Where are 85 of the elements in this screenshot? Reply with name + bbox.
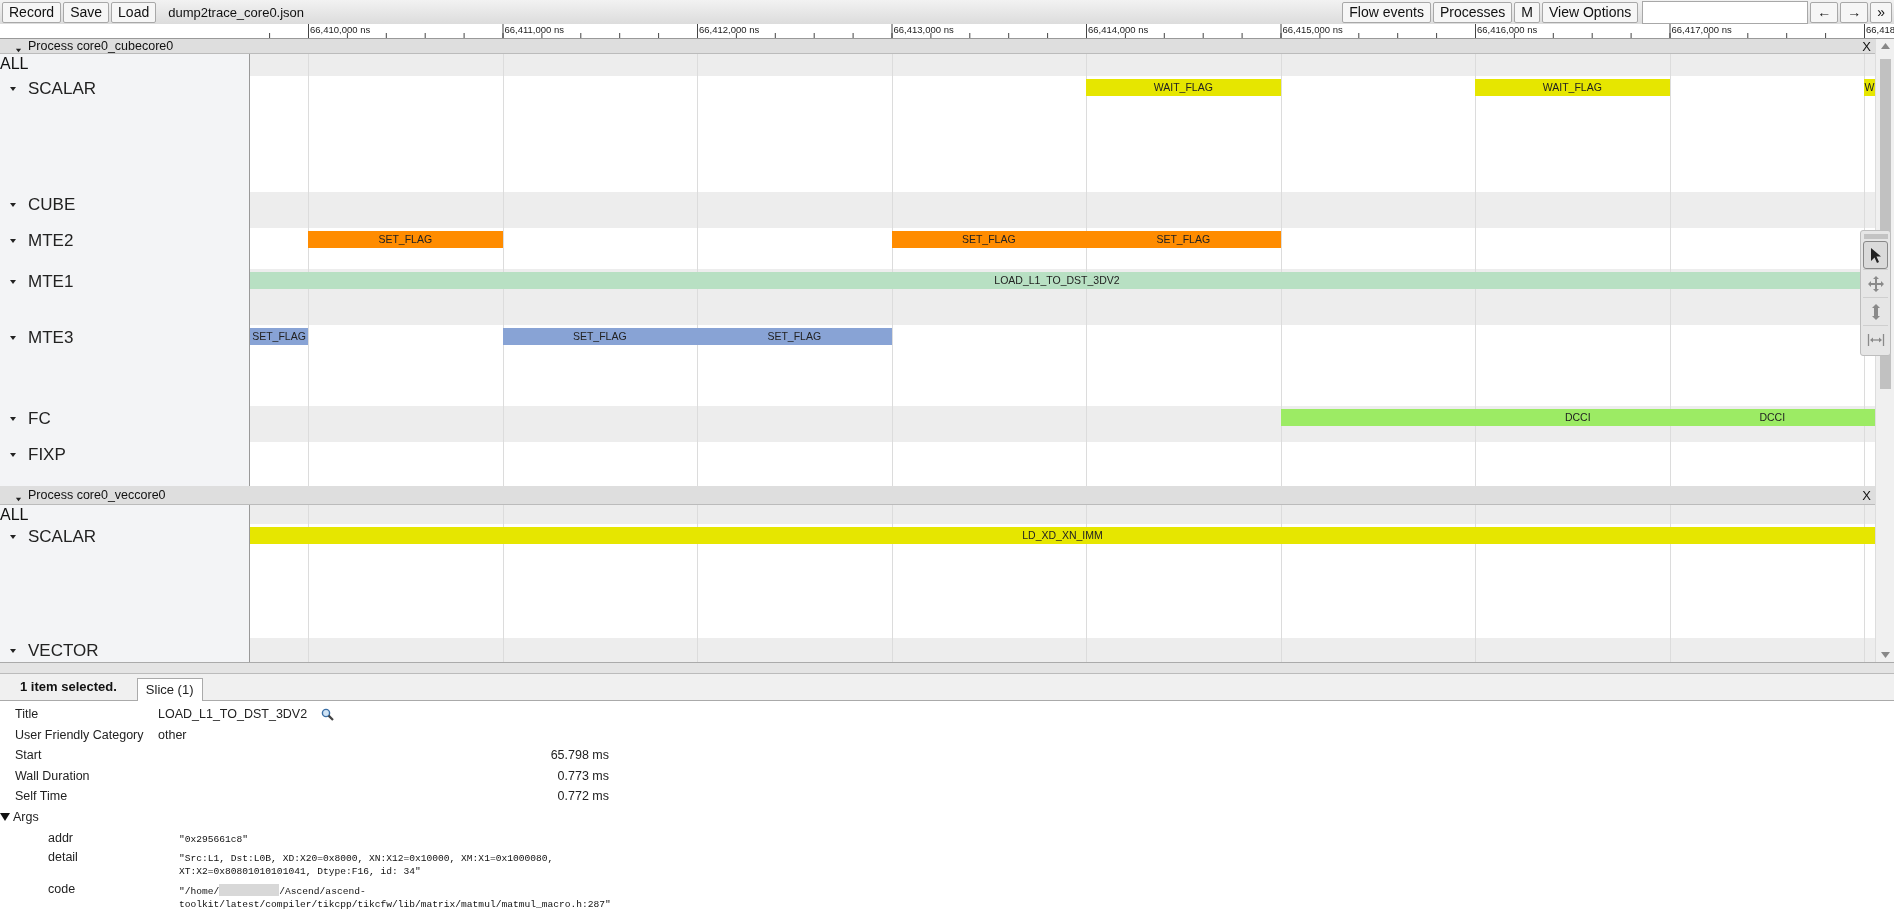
tick-label: 66,412,000 ns — [699, 24, 760, 36]
selection-summary: 1 item selected. — [20, 679, 117, 696]
track-name: VECTOR — [28, 641, 99, 661]
arg-key: code — [48, 881, 179, 911]
expand-triangle-icon[interactable] — [9, 334, 17, 342]
arg-value: "0x295661c8" — [179, 832, 250, 846]
toolbar-button[interactable]: Processes — [1432, 1, 1513, 23]
trace-slice[interactable]: W — [1864, 79, 1875, 96]
trace-slice[interactable]: SET_FLAG — [891, 231, 1086, 248]
expand-triangle-icon[interactable] — [15, 47, 22, 54]
tick-label: 66,418 — [1866, 24, 1894, 36]
track-name: ALL — [0, 54, 29, 73]
field-label: Args — [13, 809, 39, 824]
tick-label: 66,414,000 ns — [1088, 24, 1149, 36]
nav-button[interactable]: ← — [1810, 1, 1839, 23]
process-header[interactable]: Process core0_cubecore0 X — [0, 39, 1875, 54]
scroll-down-icon[interactable] — [1880, 652, 1890, 658]
toolbar-button[interactable]: M — [1514, 1, 1540, 23]
process-header[interactable]: Process core0_veccore0 X — [0, 486, 1875, 505]
trace-slice[interactable]: WAIT_FLAG — [1086, 79, 1281, 96]
field-label: Start — [15, 748, 43, 763]
expand-triangle-icon[interactable] — [9, 647, 17, 655]
process-title: Process core0_veccore0 — [28, 488, 166, 502]
expand-triangle-icon[interactable] — [9, 201, 17, 209]
toolbar-button[interactable]: Record — [2, 1, 62, 23]
tick-label: 66,416,000 ns — [1477, 24, 1538, 36]
search-field[interactable] — [1642, 0, 1809, 24]
close-button[interactable]: X — [1862, 39, 1871, 54]
expand-triangle-icon[interactable] — [9, 533, 17, 541]
trace-slice[interactable]: WAIT_FLAG — [1475, 79, 1670, 96]
arg-key: addr — [48, 830, 179, 846]
track-name: FIXP — [28, 445, 66, 465]
nav-button[interactable]: » — [1870, 1, 1892, 23]
arg-value: "Src:L1, Dst:L0B, XD:X20=0x8000, XN:X12=0x10000, XM:X1=0x1000080, XT:X2=0x80801010101041, Dtype:F16, id: 34" — [179, 851, 555, 878]
track-name: SCALAR — [28, 79, 97, 99]
expand-triangle-icon[interactable] — [0, 811, 10, 822]
toolbar-button[interactable]: Flow events — [1342, 1, 1431, 23]
arg-value: "/home/ /Ascend/ascend-toolkit/latest/compiler/tikcpp/tikcfw/lib/matrix/matmul/matmul_macro.h:287" — [179, 882, 612, 911]
expand-triangle-icon[interactable] — [15, 496, 22, 503]
expand-triangle-icon[interactable] — [9, 85, 17, 93]
track-name: FC — [28, 409, 51, 429]
tick-label: 66,411,000 ns — [504, 24, 564, 36]
toolbar-button[interactable]: Save — [63, 1, 110, 23]
move-icon — [1866, 274, 1885, 293]
field-value: 0.773 ms — [557, 768, 609, 783]
panel-tab[interactable]: Slice (1) — [136, 678, 203, 701]
file-name: dump2trace_core0.json — [168, 4, 305, 20]
field-value: 0.772 ms — [557, 789, 609, 804]
trace-slice[interactable]: SET_FLAG — [308, 231, 503, 248]
track-name: MTE1 — [28, 272, 74, 292]
field-value: other — [158, 727, 187, 742]
toolbar-button[interactable]: View Options — [1541, 1, 1639, 23]
track-name: MTE2 — [28, 231, 74, 251]
tick-label: 66,413,000 ns — [893, 24, 954, 36]
grip-handle[interactable] — [1863, 234, 1888, 239]
search-icon[interactable] — [321, 707, 335, 721]
tool-select-button[interactable] — [1863, 241, 1888, 269]
trace-slice[interactable]: SET_FLAG — [1086, 231, 1281, 248]
field-value: LOAD_L1_TO_DST_3DV2 — [158, 707, 308, 722]
expand-triangle-icon[interactable] — [9, 237, 17, 245]
expand-triangle-icon[interactable] — [9, 451, 17, 459]
scroll-up-icon[interactable] — [1880, 43, 1890, 49]
trace-slice[interactable]: SET_FLAG — [250, 328, 308, 345]
track-name: SCALAR — [28, 527, 97, 547]
process-title: Process core0_cubecore0 — [28, 39, 174, 53]
track-name: CUBE — [28, 195, 76, 215]
field-label: Title — [15, 707, 40, 722]
arg-key: detail — [48, 849, 179, 878]
field-value: 65.798 ms — [550, 748, 609, 763]
tick-label: 66,415,000 ns — [1282, 24, 1343, 36]
field-label: User Friendly Category — [15, 727, 145, 742]
field-label: Wall Duration — [15, 768, 91, 783]
expand-triangle-icon[interactable] — [9, 415, 17, 423]
trace-slice[interactable]: LD_XD_XN_IMM — [250, 527, 1875, 544]
tick-label: 66,417,000 ns — [1671, 24, 1732, 36]
nav-button[interactable]: → — [1840, 1, 1869, 23]
track-name: MTE3 — [28, 328, 74, 348]
expand-triangle-icon[interactable] — [9, 278, 17, 286]
close-button[interactable]: X — [1862, 487, 1871, 503]
track-name: ALL — [0, 505, 29, 524]
tick-label: 66,410,000 ns — [310, 24, 371, 36]
field-label: Self Time — [15, 789, 69, 804]
trace-slice[interactable]: SET_FLAG — [697, 328, 892, 345]
toolbar-button[interactable]: Load — [111, 1, 157, 23]
trace-slice[interactable]: SET_FLAG — [502, 328, 697, 345]
